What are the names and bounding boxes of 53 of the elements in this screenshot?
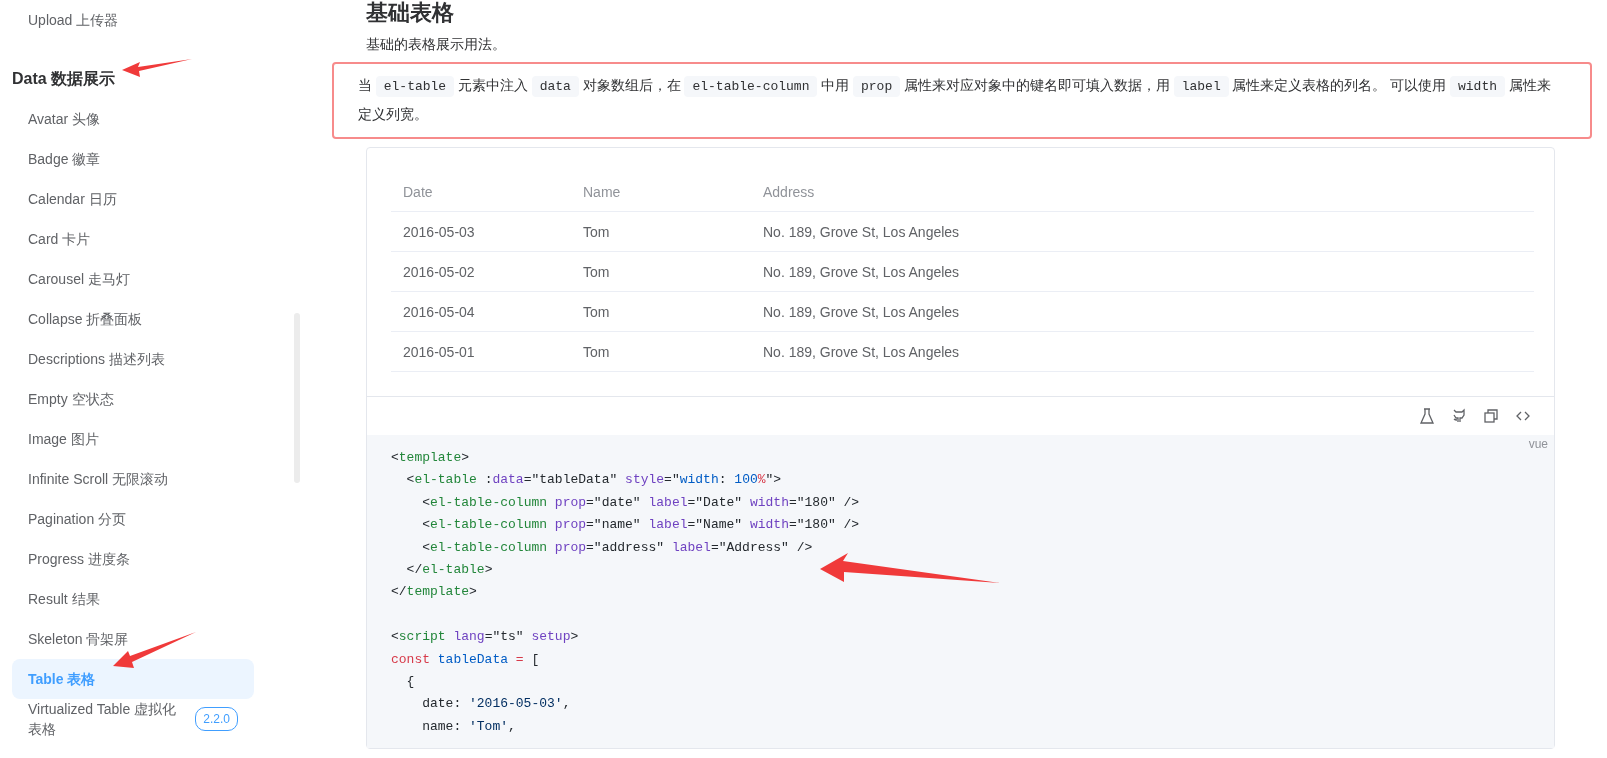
table-cell: 2016-05-04 [391, 292, 571, 332]
table-cell: Tom [571, 332, 751, 372]
sidebar-item[interactable]: Calendar 日历 [12, 179, 254, 219]
code-line: <el-table-column prop="date" label="Date" width="180" /> [421, 493, 860, 512]
code-line: name: 'Tom', [421, 717, 516, 736]
intro-text: 基础的表格展示用法。 [366, 36, 507, 54]
table-cell: Tom [571, 252, 751, 292]
table-cell: 2016-05-03 [391, 212, 571, 252]
version-badge: 2.2.0 [195, 707, 238, 731]
table-cell: Tom [571, 212, 751, 252]
column-header: Date [391, 172, 571, 212]
sidebar-item[interactable]: Collapse 折叠面板 [12, 299, 254, 339]
table-cell: No. 189, Grove St, Los Angeles [751, 252, 1534, 292]
sidebar-item[interactable]: Avatar 头像 [12, 99, 254, 139]
column-header: Name [571, 172, 751, 212]
description-paragraph: 当 el-table 元素中注入 data 对象数组后，在 el-table-column 中用 prop 属性来对应对象中的键名即可填入数据，用 label 属性来定义表格的列名。 可以使用 width 属性来定义列宽。 [332, 62, 1592, 139]
sidebar-item[interactable]: Empty 空状态 [12, 379, 254, 419]
sidebar-item[interactable]: Upload 上传器 [12, 0, 254, 40]
sidebar-item[interactable]: Carousel 走马灯 [12, 259, 254, 299]
table-cell: 2016-05-02 [391, 252, 571, 292]
code-line: { [405, 673, 415, 692]
group-heading: Data 数据展示 [12, 68, 116, 89]
language-label: vue [1528, 437, 1548, 451]
code-line: date: '2016-05-03', [421, 695, 571, 714]
code-line: const tableData = [ [391, 650, 540, 669]
column-header: Address [751, 172, 1534, 212]
sidebar-item[interactable]: Pagination 分页 [12, 499, 254, 539]
table-cell: No. 189, Grove St, Los Angeles [751, 292, 1534, 332]
code-line: <script lang="ts" setup> [391, 628, 579, 647]
code-line: <el-table-column prop="address" label="Address" /> [421, 538, 813, 557]
sidebar-item[interactable]: Descriptions 描述列表 [12, 339, 254, 379]
copy-icon[interactable] [1482, 407, 1500, 425]
sidebar-item[interactable]: Skeleton 骨架屏 [12, 619, 254, 659]
table-cell: 2016-05-01 [391, 332, 571, 372]
table-cell: No. 189, Grove St, Los Angeles [751, 212, 1534, 252]
sidebar-item[interactable]: Virtualized Table 虚拟化表格 2.2.0 [12, 699, 254, 739]
annotation-arrow [122, 59, 192, 77]
sidebar-item[interactable]: Card 卡片 [12, 219, 254, 259]
sidebar-item[interactable]: Progress 进度条 [12, 539, 254, 579]
code-line: <template> [391, 449, 470, 467]
table-cell: Tom [571, 292, 751, 332]
code-line: </el-table> [405, 561, 493, 580]
page-title: 基础表格 [366, 0, 455, 26]
sidebar-item[interactable]: Badge 徽章 [12, 139, 254, 179]
sidebar-item[interactable]: Infinite Scroll 无限滚动 [12, 459, 254, 499]
code-line: <el-table :data="tableData" style="width: 100%"> [405, 471, 782, 490]
flask-icon[interactable] [1418, 407, 1436, 425]
sidebar-item[interactable]: Image 图片 [12, 419, 254, 459]
code-line: <el-table-column prop="name" label="Name" width="180" /> [421, 516, 860, 535]
sidebar-item[interactable]: Result 结果 [12, 579, 254, 619]
item-label: Virtualized Table 虚拟化表格 [28, 700, 178, 739]
code-line: </template> [391, 583, 477, 602]
table-cell: No. 189, Grove St, Los Angeles [751, 332, 1534, 372]
